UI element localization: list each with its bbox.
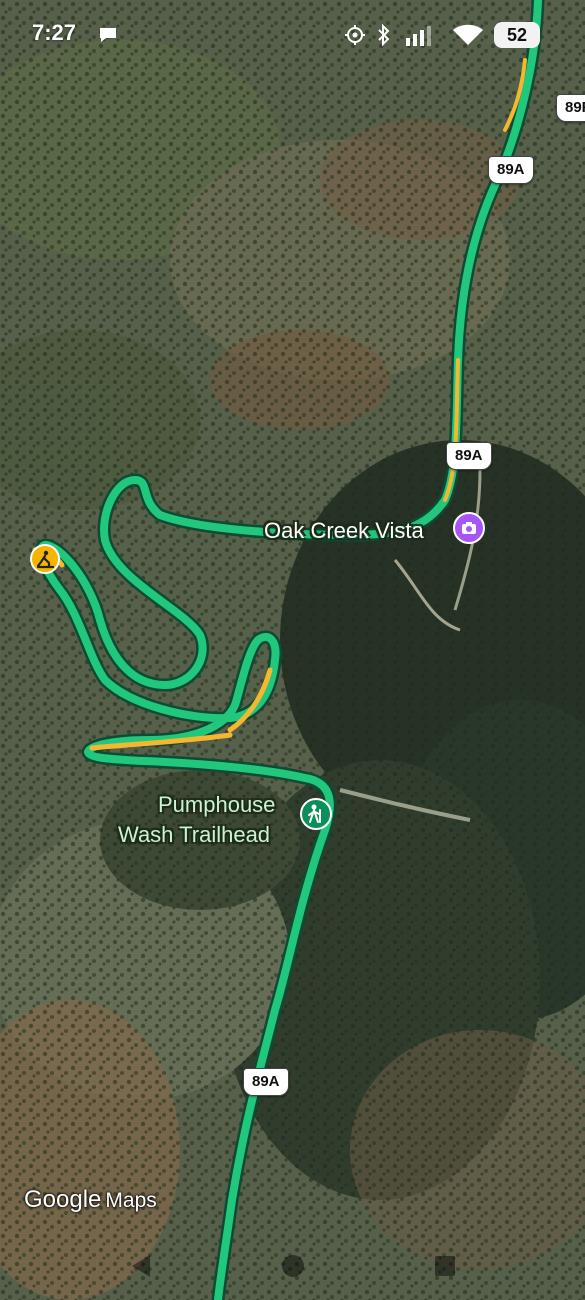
chat-bubble-icon	[100, 28, 116, 42]
location-target-icon	[345, 25, 365, 45]
recents-button[interactable]	[432, 1252, 458, 1280]
wifi-icon	[453, 24, 483, 45]
back-button[interactable]	[128, 1252, 154, 1280]
google-maps-logo: Google Maps	[24, 1186, 157, 1214]
brand-maps: Maps	[105, 1189, 157, 1212]
home-button[interactable]	[280, 1252, 306, 1280]
battery-icon: 52	[494, 22, 540, 48]
highway-shield-89a: 89A	[488, 156, 534, 184]
status-bar: 7:27 52	[0, 0, 585, 70]
highway-shield-89a: 89A	[446, 442, 492, 470]
brand-google: Google	[24, 1186, 102, 1213]
oak-creek-vista-label[interactable]: Oak Creek Vista	[264, 518, 424, 544]
trailhead-label-line1[interactable]: Pumphouse	[158, 792, 275, 818]
trailhead-label-line2[interactable]: Wash Trailhead	[118, 822, 270, 848]
hiker-icon[interactable]	[300, 798, 332, 830]
highway-shield-partial: 89R	[556, 94, 585, 122]
highway-shield-89a: 89A	[243, 1068, 289, 1096]
status-time: 7:27	[32, 20, 77, 45]
camera-icon[interactable]	[453, 512, 485, 544]
bluetooth-icon	[378, 24, 390, 46]
map-canvas[interactable]	[0, 0, 585, 1300]
signal-icon	[406, 26, 431, 46]
construction-icon[interactable]	[30, 544, 60, 574]
